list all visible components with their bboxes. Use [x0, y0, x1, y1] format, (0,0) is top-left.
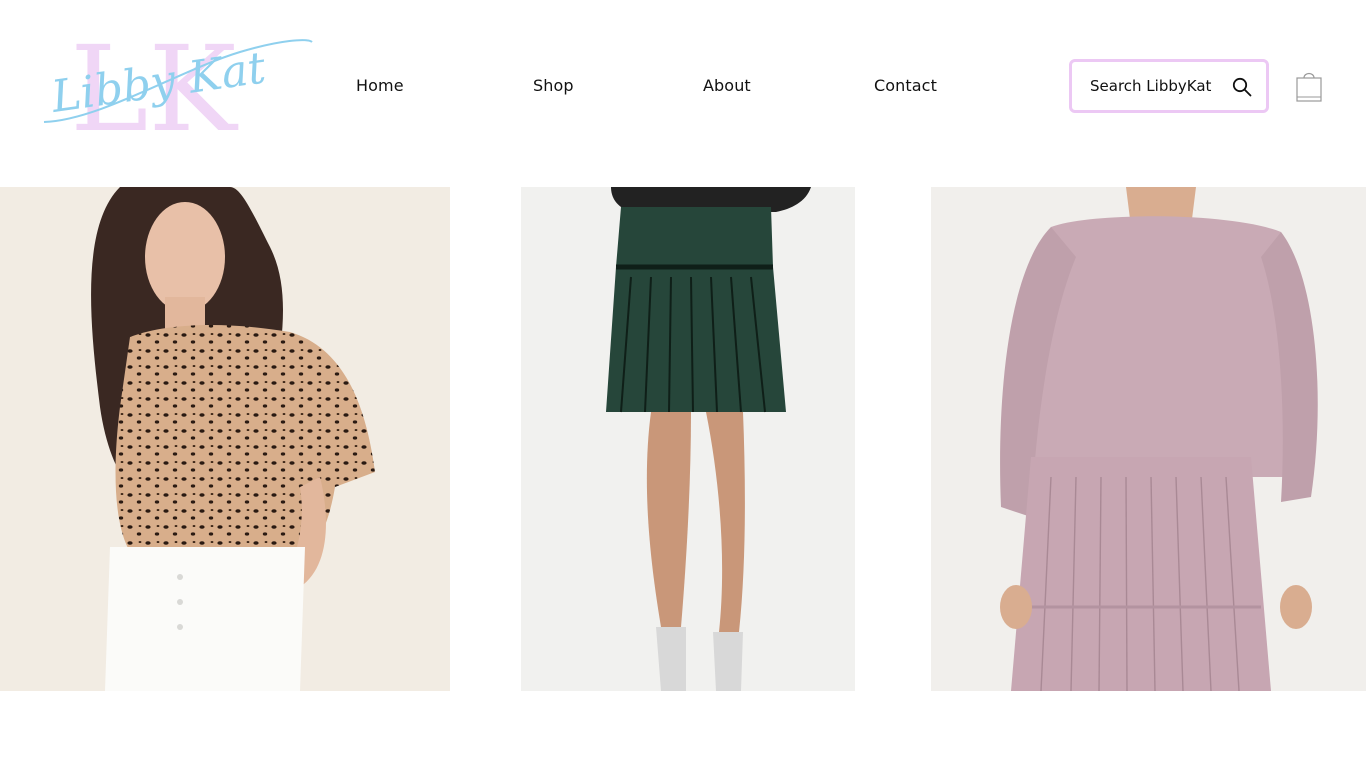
search-input[interactable]: [1090, 77, 1230, 95]
site-header: LK Libby Kat Home Shop About Contact: [0, 0, 1366, 186]
product-image: [521, 187, 855, 691]
product-card[interactable]: [521, 187, 855, 691]
logo-artwork: LK Libby Kat: [43, 20, 313, 158]
search-icon[interactable]: [1232, 77, 1252, 97]
product-card[interactable]: [0, 187, 450, 691]
product-image: [0, 187, 450, 691]
product-card[interactable]: [931, 187, 1366, 691]
shopping-bag-icon[interactable]: [1295, 69, 1323, 103]
nav-contact[interactable]: Contact: [874, 76, 937, 95]
nav-home[interactable]: Home: [356, 76, 404, 95]
logo[interactable]: LK Libby Kat: [40, 20, 320, 158]
nav-shop[interactable]: Shop: [533, 76, 574, 95]
product-image: [931, 187, 1366, 691]
nav-about[interactable]: About: [703, 76, 751, 95]
search-box: [1069, 59, 1269, 113]
